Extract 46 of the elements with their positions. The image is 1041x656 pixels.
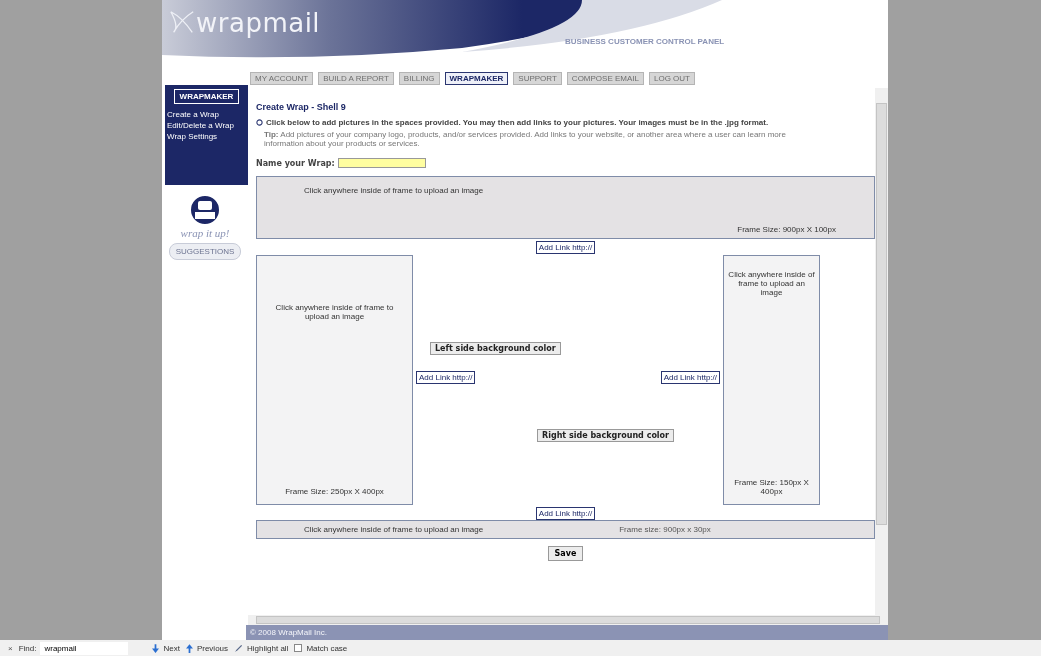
nav-tab[interactable]: COMPOSE EMAIL: [566, 71, 644, 85]
top-frame[interactable]: Click anywhere inside of frame to upload an image Frame Size: 900px X 100px: [256, 176, 875, 239]
nav-tab[interactable]: SUPPORT: [513, 71, 562, 85]
nav-tab[interactable]: WRAPMAKER: [444, 71, 509, 85]
add-link-button[interactable]: Add Link http://: [535, 507, 596, 520]
highlighter-icon: [234, 643, 244, 653]
page-title: Create Wrap - Shell 9: [256, 102, 347, 112]
right-frame[interactable]: Click anywhere inside of frame to upload an image Frame Size: 150px X 400px: [723, 255, 820, 505]
tagline: wrap it up!: [180, 227, 230, 239]
previous-link[interactable]: Previous: [196, 643, 229, 653]
next-link[interactable]: Next: [163, 643, 180, 653]
find-field[interactable]: wrapmail: [40, 641, 129, 655]
right-background-color-button[interactable]: Right side background color: [537, 429, 675, 442]
instruction-text: Click below to add pictures in the spaces provided. You may then add links to your pictures. Your images must be in the .jpg format.: [266, 118, 769, 127]
match-case-label: Match case: [306, 643, 348, 653]
add-link-button[interactable]: Add Link http://: [416, 371, 476, 384]
sidebar-heading: WRAPMAKER: [173, 89, 240, 104]
highlight-all-link[interactable]: Highlight all: [247, 643, 289, 653]
bottom-frame[interactable]: Click anywhere inside of frame to upload an image Frame size: 900px x 30px: [256, 520, 875, 539]
footer-bar: © 2008 WrapMail Inc.: [246, 625, 888, 640]
name-field[interactable]: [337, 158, 426, 168]
add-link-button[interactable]: Add Link http://: [535, 241, 596, 254]
logo-text: wrapmail: [196, 8, 321, 38]
save-button[interactable]: Save: [547, 546, 584, 561]
left-background-color-button[interactable]: Left side background color: [430, 342, 561, 355]
panel-subtitle: BUSINESS CUSTOMER CONTROL PANEL: [565, 37, 725, 46]
sidebar-link[interactable]: Create a Wrap: [167, 109, 246, 120]
find-label: Find:: [18, 643, 37, 653]
match-case-checkbox[interactable]: [294, 644, 303, 652]
close-button[interactable]: ×: [6, 643, 15, 653]
nav-tab[interactable]: MY ACCOUNT: [250, 71, 314, 85]
suggestions-button[interactable]: SUGGESTIONS: [168, 243, 242, 260]
sidebar-link[interactable]: Edit/Delete a Wrap: [167, 120, 246, 131]
left-frame[interactable]: Click anywhere inside of frame to upload an image Frame Size: 250px X 400px: [256, 255, 413, 505]
up-arrow-icon: [185, 643, 193, 653]
bullet-icon: [256, 119, 263, 126]
name-label: Name your Wrap:: [256, 158, 335, 168]
nav-tab[interactable]: LOG OUT: [649, 71, 695, 85]
vertical-scrollbar[interactable]: [875, 88, 888, 615]
nav-tab[interactable]: BILLING: [398, 71, 440, 85]
sidebar-link[interactable]: Wrap Settings: [167, 131, 246, 142]
add-link-button[interactable]: Add Link http://: [660, 371, 720, 384]
tip-text: Tip: Add pictures of your company logo, products, and/or services provided. Add links to your website, or another area where a user can learn more information about your products or services.: [264, 130, 787, 148]
horizontal-scrollbar[interactable]: [248, 615, 888, 625]
down-arrow-icon: [152, 643, 160, 653]
nav-tab[interactable]: BUILD A REPORT: [318, 71, 394, 85]
